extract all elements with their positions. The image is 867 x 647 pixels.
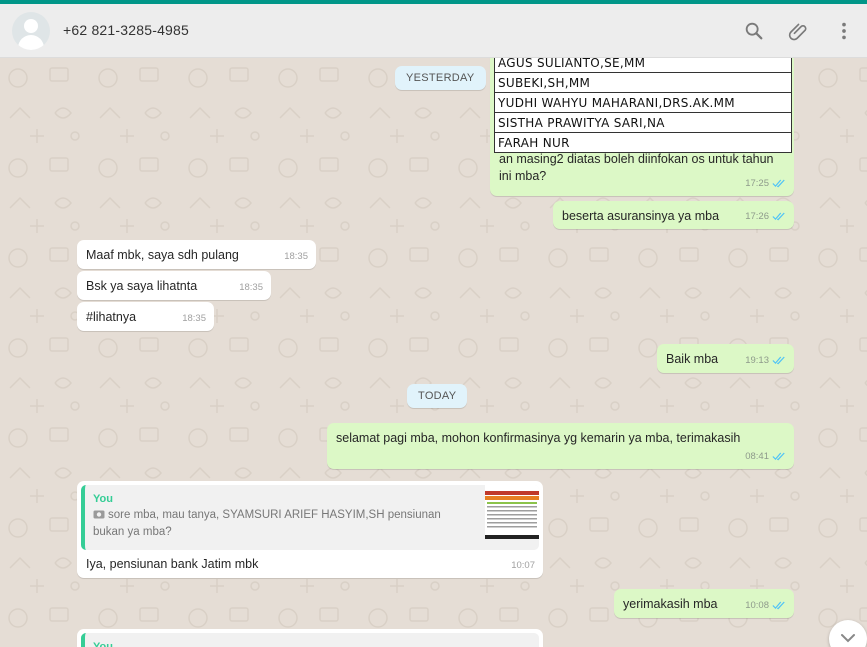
avatar[interactable] (12, 12, 50, 50)
message-incoming-reply[interactable]: You (77, 629, 543, 647)
day-divider-today: TODAY (407, 384, 468, 408)
message-meta: 19:13 (745, 352, 786, 369)
message-incoming[interactable]: #lihatnya 18:35 (77, 302, 214, 331)
message-text: Bsk ya saya lihatnta (86, 279, 198, 293)
read-ticks-icon (772, 452, 785, 461)
message-outgoing[interactable]: selamat pagi mba, mohon konfirmasinya yg… (327, 423, 794, 469)
message-meta: 17:26 (745, 208, 786, 225)
read-ticks-icon (772, 179, 785, 188)
message-time: 18:35 (182, 313, 206, 324)
table-cell: SISTHA PRAWITYA SARI,NA (494, 112, 792, 133)
message-incoming-reply[interactable]: You sore mba, mau tanya, SYAMSURI ARIEF … (77, 481, 543, 578)
message-incoming[interactable]: Bsk ya saya lihatnta 18:35 (77, 271, 271, 300)
message-time: 08:41 (745, 451, 769, 462)
message-time: 17:26 (745, 211, 769, 222)
message-text: yerimakasih mba (623, 597, 718, 611)
avatar-placeholder-body (18, 35, 44, 50)
message-meta: 17:25 (745, 175, 786, 192)
message-list[interactable]: an masing2 diatas boleh diinfokan os unt… (0, 58, 867, 647)
contact-name[interactable]: +62 821-3285-4985 (63, 22, 189, 38)
quoted-author: You (93, 493, 113, 505)
message-meta: 18:35 (284, 248, 308, 265)
message-text: Baik mba (666, 352, 719, 366)
message-text: Iya, pensiunan bank Jatim mbk (86, 557, 259, 571)
day-divider-yesterday: YESTERDAY (395, 66, 486, 90)
table-cell: FARAH NUR (494, 132, 792, 153)
message-meta: 08:41 (745, 448, 786, 465)
message-text: beserta asuransinya ya mba (562, 209, 720, 223)
message-time: 10:07 (511, 560, 535, 571)
message-time: 17:25 (745, 178, 769, 189)
message-incoming[interactable]: Maaf mbk, saya sdh pulang 18:35 (77, 240, 316, 269)
table-cell: YUDHI WAHYU MAHARANI,DRS.AK.MM (494, 92, 792, 113)
menu-icon[interactable] (833, 20, 855, 42)
chat-header: +62 821-3285-4985 (0, 4, 867, 58)
message-time: 18:35 (239, 282, 263, 293)
message-meta: 18:35 (239, 279, 263, 296)
message-meta: 10:07 (511, 557, 535, 574)
read-ticks-icon (772, 601, 785, 610)
scroll-to-bottom-button[interactable] (829, 620, 867, 647)
message-outgoing[interactable]: yerimakasih mba 10:08 (614, 589, 794, 618)
message-meta: 10:08 (745, 597, 786, 614)
message-text: selamat pagi mba, mohon konfirmasinya yg… (336, 431, 741, 445)
chevron-down-icon (841, 634, 855, 643)
read-ticks-icon (772, 356, 785, 365)
message-text: Maaf mbk, saya sdh pulang (86, 248, 239, 262)
shared-name-table: AGUS SULIANTO,SE,MM SUBEKI,SH,MM YUDHI W… (494, 58, 792, 153)
read-ticks-icon (772, 212, 785, 221)
table-cell: AGUS SULIANTO,SE,MM (494, 58, 792, 73)
message-time: 10:08 (745, 600, 769, 611)
avatar-placeholder-icon (24, 19, 38, 33)
quoted-text-content: sore mba, mau tanya, SYAMSURI ARIEF HASY… (93, 509, 441, 538)
quoted-image-thumbnail (485, 485, 539, 539)
camera-icon (93, 510, 105, 519)
message-time: 19:13 (745, 355, 769, 366)
attach-icon[interactable] (788, 20, 810, 42)
quoted-author: You (93, 641, 113, 647)
search-icon[interactable] (743, 20, 765, 42)
message-text: #lihatnya (86, 310, 137, 324)
message-outgoing[interactable]: Baik mba 19:13 (657, 344, 794, 373)
quoted-message[interactable]: You sore mba, mau tanya, SYAMSURI ARIEF … (81, 485, 539, 550)
quoted-text: sore mba, mau tanya, SYAMSURI ARIEF HASY… (93, 507, 473, 541)
message-outgoing[interactable]: beserta asuransinya ya mba 17:26 (553, 201, 794, 229)
table-cell: SUBEKI,SH,MM (494, 72, 792, 93)
message-meta: 18:35 (182, 310, 206, 327)
quoted-message[interactable]: You (81, 633, 539, 647)
message-time: 18:35 (284, 251, 308, 262)
